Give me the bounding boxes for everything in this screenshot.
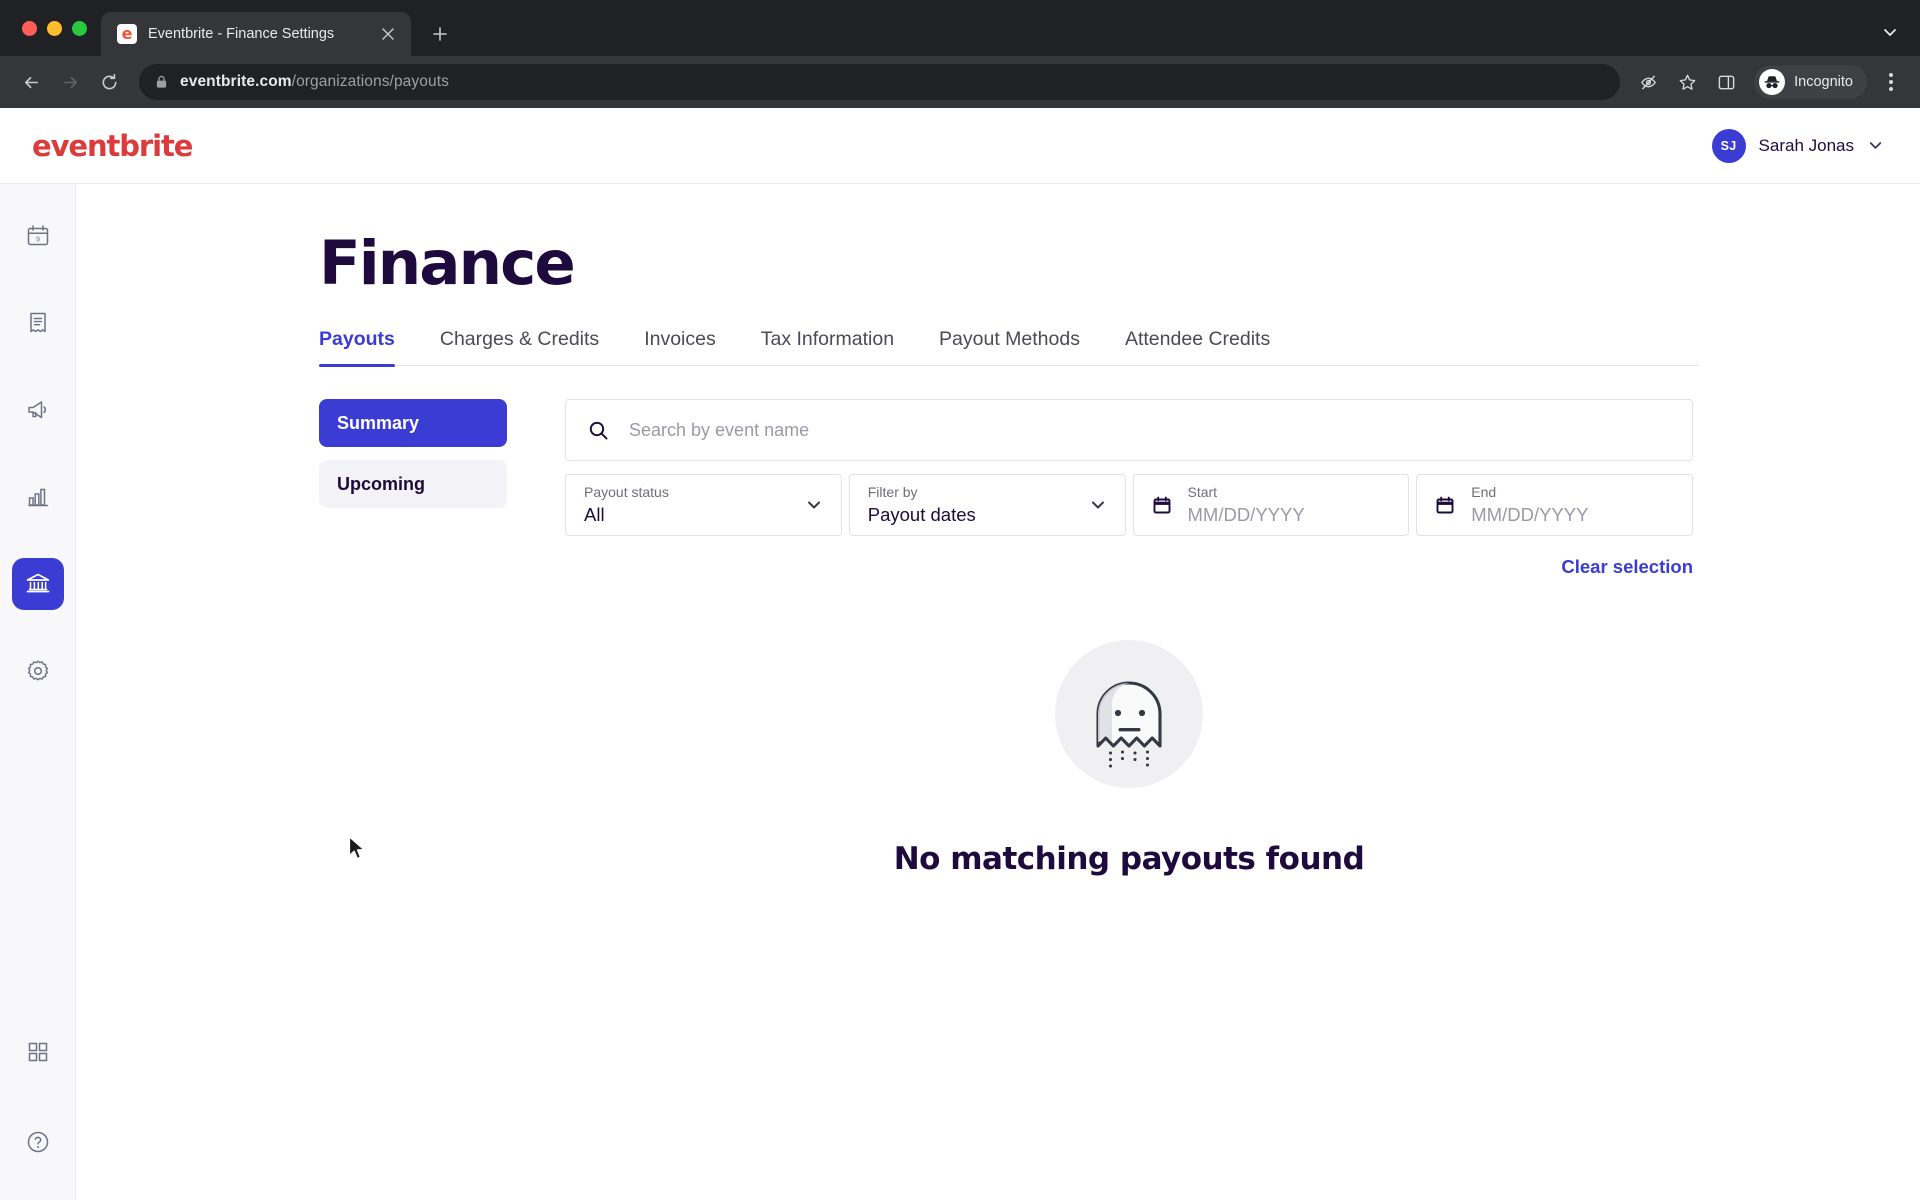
subnav-item-upcoming[interactable]: Upcoming <box>319 460 507 509</box>
subnav-item-summary[interactable]: Summary <box>319 399 507 448</box>
url-path: /organizations/payouts <box>291 73 449 90</box>
incognito-avatar-icon <box>1759 69 1786 95</box>
eye-off-icon[interactable] <box>1631 65 1665 99</box>
browser-toolbar: eventbrite.com/organizations/payouts Inc… <box>0 56 1920 108</box>
payouts-panel: Summary Upcoming Search by event name Pa… <box>319 399 1773 877</box>
back-arrow-icon[interactable] <box>14 65 48 99</box>
sidebar-item-orders[interactable] <box>12 297 64 349</box>
clear-selection-row: Clear selection <box>565 556 1693 578</box>
user-name: Sarah Jonas <box>1758 135 1854 155</box>
sidebar-item-reports[interactable] <box>12 471 64 523</box>
finance-tab-bar: Payouts Charges & Credits Invoices Tax I… <box>319 328 1699 368</box>
field-value: Payout dates <box>867 504 976 526</box>
browser-window: e Eventbrite - Finance Settings eventbri… <box>0 0 1920 1200</box>
page-content: eventbrite SJ Sarah Jonas 9 Finance Payo… <box>0 108 1920 1200</box>
tab-charges-credits[interactable]: Charges & Credits <box>440 328 599 365</box>
user-menu-button[interactable]: SJ Sarah Jonas <box>1704 123 1892 169</box>
page-title: Finance <box>319 228 576 299</box>
sidebar-bottom-group <box>0 1026 75 1168</box>
field-label: Start <box>1187 483 1218 500</box>
address-bar[interactable]: eventbrite.com/organizations/payouts <box>139 64 1621 100</box>
filters-area: Search by event name Payout status All F… <box>565 399 1693 877</box>
chevron-down-icon <box>805 496 823 514</box>
tab-label: Tax Information <box>760 328 895 351</box>
tab-payouts[interactable]: Payouts <box>319 328 395 368</box>
search-icon <box>588 420 609 441</box>
field-label: End <box>1471 483 1497 500</box>
field-placeholder: MM/DD/YYYY <box>1471 504 1589 526</box>
payout-status-select[interactable]: Payout status All <box>565 474 842 537</box>
clear-selection-button[interactable]: Clear selection <box>1561 556 1693 578</box>
sidebar-item-settings[interactable] <box>12 645 64 697</box>
tab-label: Payout Methods <box>939 328 1080 351</box>
tab-tax-information[interactable]: Tax Information <box>761 328 894 365</box>
subnav-label: Summary <box>337 412 420 433</box>
new-tab-icon[interactable] <box>423 17 457 51</box>
end-date-input[interactable]: End MM/DD/YYYY <box>1416 474 1693 537</box>
tab-label: Invoices <box>644 328 716 351</box>
app-body: 9 Finance Payouts Charges & Credits Invo… <box>0 184 1920 1200</box>
chevron-down-icon <box>1089 496 1107 514</box>
kebab-menu-icon[interactable] <box>1876 65 1906 99</box>
empty-state-title: No matching payouts found <box>893 841 1365 878</box>
calendar-icon <box>1152 495 1172 515</box>
incognito-profile-button[interactable]: Incognito <box>1754 65 1867 99</box>
eventbrite-logo[interactable]: eventbrite <box>32 129 193 163</box>
star-icon[interactable] <box>1670 65 1704 99</box>
browser-tab[interactable]: e Eventbrite - Finance Settings <box>101 12 411 56</box>
subnav-label: Upcoming <box>337 473 425 494</box>
window-traffic-lights <box>14 0 101 56</box>
eventbrite-favicon: e <box>117 24 137 44</box>
empty-state: No matching payouts found <box>565 640 1693 877</box>
search-input[interactable]: Search by event name <box>565 399 1693 462</box>
browser-tab-bar: e Eventbrite - Finance Settings <box>0 0 1920 56</box>
close-window-button[interactable] <box>22 20 37 36</box>
url-domain: eventbrite.com <box>180 73 292 90</box>
svg-text:9: 9 <box>36 234 40 243</box>
address-bar-url: eventbrite.com/organizations/payouts <box>180 73 449 91</box>
close-icon[interactable] <box>377 23 399 45</box>
payouts-subnav: Summary Upcoming <box>319 399 507 877</box>
sidebar-item-finance[interactable] <box>11 558 64 610</box>
app-sidebar: 9 <box>0 184 76 1200</box>
sidebar-item-marketing[interactable] <box>12 384 64 436</box>
tab-label: Charges & Credits <box>439 328 600 351</box>
maximize-window-button[interactable] <box>72 20 87 36</box>
field-placeholder: MM/DD/YYYY <box>1187 504 1305 526</box>
tab-label: Payouts <box>319 328 395 351</box>
tab-invoices[interactable]: Invoices <box>644 328 716 365</box>
field-label: Filter by <box>867 483 918 500</box>
tab-payout-methods[interactable]: Payout Methods <box>939 328 1080 365</box>
apps-grid-icon[interactable] <box>12 1026 64 1078</box>
filter-controls: Payout status All Filter by Payout dates… <box>565 474 1693 537</box>
incognito-label: Incognito <box>1794 74 1853 90</box>
filter-by-select[interactable]: Filter by Payout dates <box>848 474 1126 537</box>
start-date-input[interactable]: Start MM/DD/YYYY <box>1132 474 1410 537</box>
app-header: eventbrite SJ Sarah Jonas <box>0 108 1920 184</box>
main-content: Finance Payouts Charges & Credits Invoic… <box>76 184 1920 1200</box>
ghost-illustration <box>1055 640 1203 793</box>
reload-icon[interactable] <box>92 65 126 99</box>
help-circle-icon[interactable] <box>12 1116 64 1168</box>
search-placeholder: Search by event name <box>629 419 810 440</box>
tab-label: Attendee Credits <box>1124 328 1271 351</box>
avatar: SJ <box>1711 128 1746 163</box>
minimize-window-button[interactable] <box>47 20 62 36</box>
field-label: Payout status <box>584 483 669 500</box>
side-panel-icon[interactable] <box>1709 65 1743 99</box>
browser-tab-title: Eventbrite - Finance Settings <box>148 26 335 42</box>
tab-list-chevron-icon[interactable] <box>1874 16 1906 48</box>
lock-icon <box>155 75 168 89</box>
chevron-down-icon <box>1867 137 1884 154</box>
calendar-icon <box>1435 495 1455 515</box>
forward-arrow-icon[interactable] <box>53 65 87 99</box>
tab-attendee-credits[interactable]: Attendee Credits <box>1125 328 1270 365</box>
sidebar-item-events[interactable]: 9 <box>12 210 64 262</box>
field-value: All <box>584 504 605 526</box>
